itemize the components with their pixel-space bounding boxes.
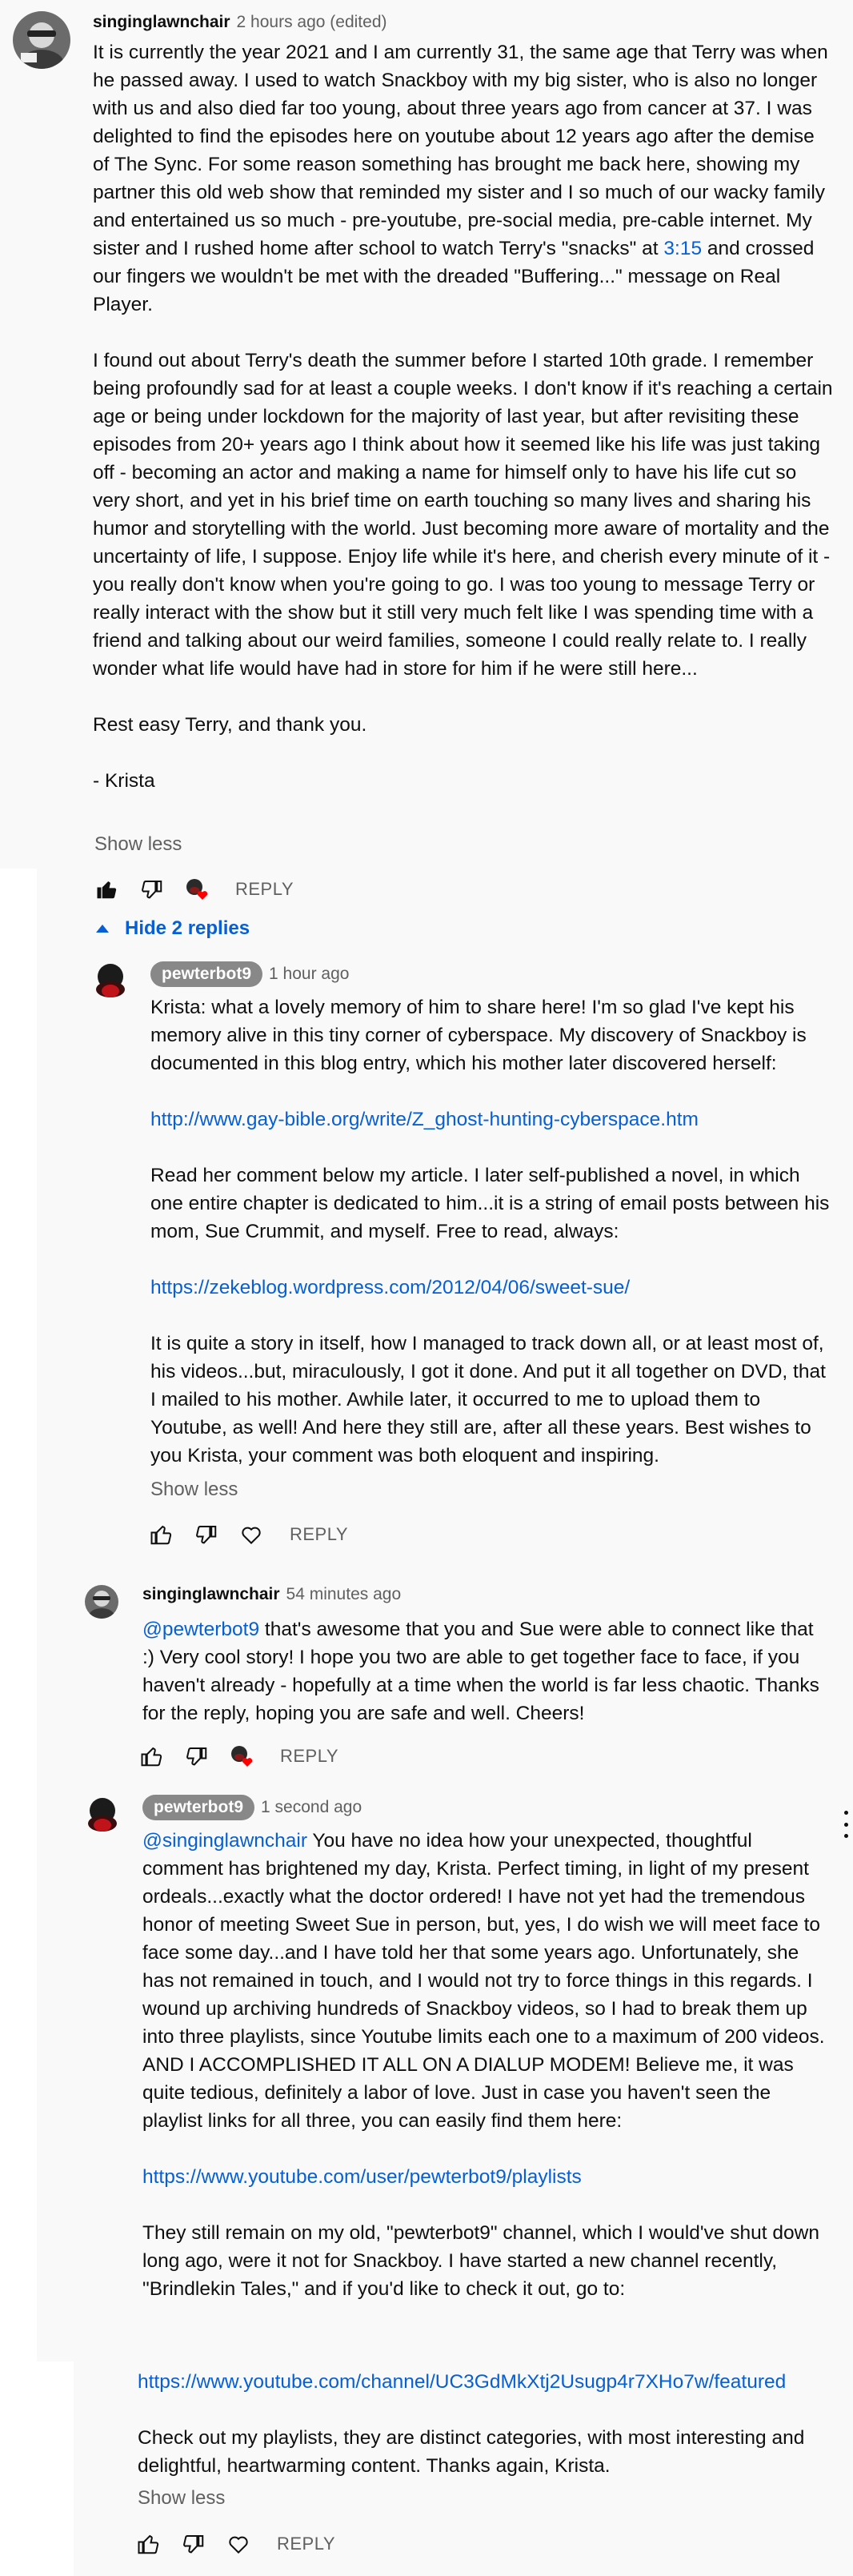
- comment-author[interactable]: singinglawnchair: [93, 13, 230, 31]
- comment-author[interactable]: singinglawnchair: [142, 1585, 280, 1603]
- thumbs-up-icon: [97, 881, 117, 899]
- heart-button[interactable]: [234, 1517, 269, 1552]
- thumbs-down-icon: [196, 1526, 217, 1544]
- comment-time[interactable]: 2 hours ago (edited): [237, 13, 387, 31]
- comment-time[interactable]: 1 second ago: [261, 1798, 362, 1816]
- comment-time[interactable]: 54 minutes ago: [286, 1585, 402, 1603]
- comment-text: It is quite a story in itself, how I man…: [150, 1333, 826, 1467]
- dislike-button[interactable]: [176, 2526, 211, 2562]
- avatar[interactable]: [90, 961, 131, 1002]
- timestamp-link[interactable]: 3:15: [663, 238, 702, 259]
- dislike-button[interactable]: [189, 1517, 224, 1552]
- like-button[interactable]: [131, 2526, 166, 2562]
- comment-actions: REPLY: [144, 1517, 348, 1552]
- user-mention[interactable]: @singinglawnchair: [142, 1830, 307, 1852]
- thumbs-up-icon: [138, 2534, 159, 2554]
- comment-body: Krista: what a lovely memory of him to s…: [150, 993, 831, 1470]
- hide-replies-toggle[interactable]: Hide 2 replies: [96, 917, 250, 940]
- blog-link[interactable]: http://www.gay-bible.org/write/Z_ghost-h…: [150, 1105, 831, 1134]
- user-mention[interactable]: @pewterbot9: [142, 1619, 259, 1640]
- heart-icon: [242, 1527, 261, 1545]
- thumbs-up-icon: [141, 1747, 162, 1767]
- playlists-link[interactable]: https://www.youtube.com/user/pewterbot9/…: [142, 2163, 832, 2191]
- thumbs-down-icon: [186, 1747, 207, 1766]
- comment-time[interactable]: 1 hour ago: [269, 965, 349, 983]
- avatar[interactable]: [82, 1795, 123, 1836]
- comment-text: Check out my playlists, they are distinc…: [138, 2427, 805, 2477]
- reply-button[interactable]: REPLY: [280, 1746, 338, 1767]
- reply-button[interactable]: REPLY: [277, 2534, 335, 2554]
- thumbs-down-icon: [142, 881, 162, 899]
- creator-heart-badge: [179, 872, 214, 907]
- thumbs-down-icon: [183, 2535, 204, 2554]
- comment-text: It is currently the year 2021 and I am c…: [93, 42, 828, 259]
- creator-heart-icon: [186, 879, 208, 900]
- show-less-button[interactable]: Show less: [94, 832, 182, 857]
- blog-link[interactable]: https://zekeblog.wordpress.com/2012/04/0…: [150, 1274, 831, 1302]
- comment-actions: REPLY: [131, 2526, 335, 2562]
- comment-actions: REPLY: [90, 872, 294, 907]
- show-less-button[interactable]: Show less: [138, 2486, 225, 2511]
- comment-text: Rest easy Terry, and thank you.: [93, 714, 367, 736]
- comment-body: It is currently the year 2021 and I am c…: [93, 38, 835, 795]
- thumbs-up-icon: [150, 1525, 172, 1545]
- comment-text: Read her comment below my article. I lat…: [150, 1165, 830, 1242]
- caret-up-icon: [96, 925, 109, 933]
- avatar[interactable]: [13, 11, 70, 69]
- heart-button[interactable]: [221, 2526, 256, 2562]
- comment-body: @singinglawnchair You have no idea how y…: [142, 1827, 832, 2303]
- more-actions-icon[interactable]: [842, 1811, 850, 1838]
- comment-text: I found out about Terry's death the summ…: [93, 350, 833, 680]
- like-button[interactable]: [134, 1739, 170, 1774]
- comment-text: - Krista: [93, 770, 155, 792]
- comment-author[interactable]: pewterbot9: [150, 961, 263, 987]
- channel-link[interactable]: https://www.youtube.com/channel/UC3GdMkX…: [138, 2368, 835, 2396]
- toggle-label: Hide 2 replies: [125, 917, 250, 939]
- comment-text: Krista: what a lovely memory of him to s…: [150, 997, 807, 1074]
- show-less-button[interactable]: Show less: [150, 1477, 238, 1503]
- creator-heart-icon: [231, 1746, 253, 1767]
- heart-icon: [229, 2536, 248, 2554]
- creator-heart-badge: [224, 1739, 259, 1774]
- comment-body-continued: https://www.youtube.com/channel/UC3GdMkX…: [138, 2368, 835, 2480]
- reply-button[interactable]: REPLY: [235, 879, 294, 900]
- like-button[interactable]: [90, 872, 125, 907]
- avatar[interactable]: [85, 1585, 118, 1619]
- dislike-button[interactable]: [134, 872, 170, 907]
- comment-author[interactable]: pewterbot9: [142, 1795, 255, 1820]
- comment-text: You have no idea how your unexpected, th…: [142, 1830, 825, 2132]
- reply-button[interactable]: REPLY: [290, 1524, 348, 1545]
- comment-actions: REPLY: [134, 1739, 338, 1774]
- dislike-button[interactable]: [179, 1739, 214, 1774]
- comment-body: @pewterbot9 that's awesome that you and …: [142, 1615, 831, 1727]
- comment-text: They still remain on my old, "pewterbot9…: [142, 2222, 819, 2300]
- like-button[interactable]: [144, 1517, 179, 1552]
